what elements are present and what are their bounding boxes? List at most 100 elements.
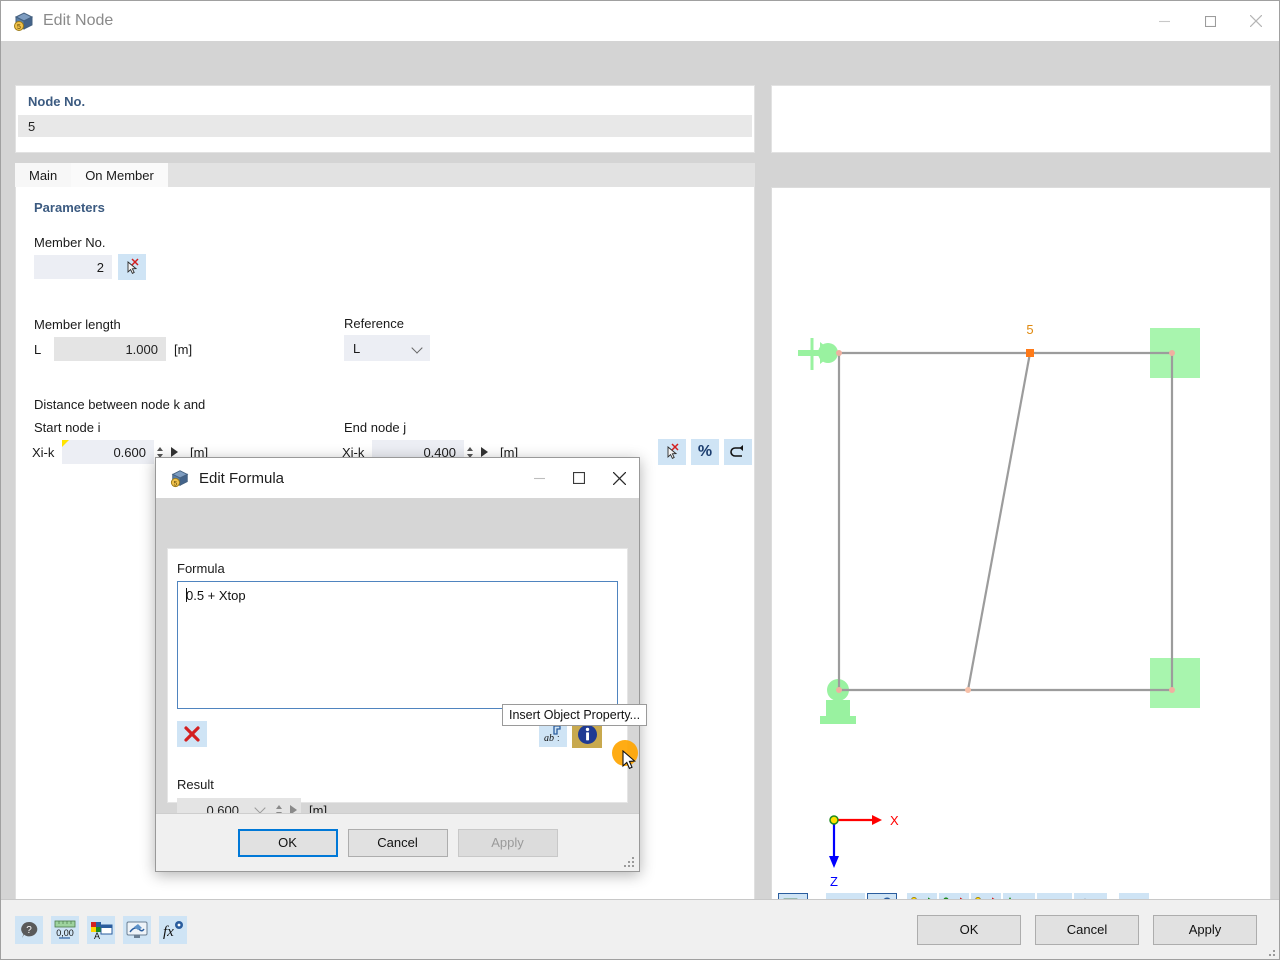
tab-on-member[interactable]: On Member xyxy=(71,163,168,187)
svg-text:?: ? xyxy=(26,925,32,936)
minimize-icon[interactable] xyxy=(519,458,559,498)
apply-button-label: Apply xyxy=(1189,922,1222,937)
color-text-icon[interactable]: A xyxy=(87,916,115,944)
swap-arrow-icon[interactable] xyxy=(724,439,752,465)
node-no-value: 5 xyxy=(18,115,752,137)
tabstrip: Main On Member xyxy=(15,163,755,187)
maximize-icon[interactable] xyxy=(1187,1,1233,41)
svg-text:5: 5 xyxy=(174,480,178,487)
member-no-label: Member No. xyxy=(34,235,106,250)
footer-icon-group: ? 0,00 xyxy=(15,916,187,944)
svg-text::: : xyxy=(557,733,560,743)
chevron-down-icon xyxy=(254,802,265,813)
red-x-icon[interactable] xyxy=(177,721,207,747)
window-titlebar: 5 Edit Node xyxy=(1,1,1279,41)
reference-select[interactable]: L xyxy=(344,335,430,361)
start-node-value: 0.600 xyxy=(113,445,146,460)
window-controls xyxy=(1141,1,1279,41)
member-length-symbol: L xyxy=(34,342,54,357)
select-member-icon[interactable] xyxy=(118,254,146,280)
node-cube-icon: 5 xyxy=(170,468,190,488)
cancel-button[interactable]: Cancel xyxy=(348,829,448,857)
reference-value: L xyxy=(353,341,360,356)
resize-grip[interactable] xyxy=(623,856,635,868)
help-question-icon[interactable]: ? xyxy=(15,916,43,944)
node-cube-icon: 5 xyxy=(13,10,35,32)
member-length-value: 1.000 xyxy=(125,342,158,357)
percent-icon[interactable]: % xyxy=(691,439,719,465)
node-no-label: Node No. xyxy=(16,86,754,109)
frame-members xyxy=(839,353,1172,690)
formula-dialog-title: Edit Formula xyxy=(199,470,284,487)
apply-button[interactable]: Apply xyxy=(458,829,558,857)
formula-dialog-controls xyxy=(519,458,639,498)
support-bottom-right xyxy=(1150,658,1200,708)
tab-main-label: Main xyxy=(29,168,57,183)
mouse-cursor xyxy=(622,750,638,772)
start-node-input[interactable]: 0.600 xyxy=(62,440,154,464)
tab-on-member-label: On Member xyxy=(85,168,154,183)
formula-dialog-titlebar: 5 Edit Formula xyxy=(156,458,639,498)
minimize-icon[interactable] xyxy=(1141,1,1187,41)
apply-button[interactable]: Apply xyxy=(1153,915,1257,945)
reference-label: Reference xyxy=(344,316,404,331)
formula-value: 0.5 + Xtop xyxy=(186,588,246,603)
axis-indicator: X Z xyxy=(829,813,899,888)
selected-node-marker xyxy=(1026,349,1034,357)
result-label: Result xyxy=(177,777,627,792)
formula-label: Formula xyxy=(168,549,627,581)
formula-inner-panel: Formula 0.5 + Xtop ab : xyxy=(167,548,628,803)
member-length-input: 1.000 xyxy=(54,337,166,361)
formula-dialog-footer: OK Cancel Apply xyxy=(156,813,639,871)
start-node-symbol: Xi-k xyxy=(32,445,62,460)
node-marker xyxy=(836,687,842,693)
footer-buttons: OK Cancel Apply xyxy=(917,915,1257,945)
close-icon[interactable] xyxy=(1233,1,1279,41)
units-glyph: 0,00 xyxy=(56,928,74,938)
distance-group-label: Distance between node k and xyxy=(34,397,205,412)
member-no-input[interactable]: 2 xyxy=(34,255,112,279)
node-marker xyxy=(1169,687,1175,693)
parameters-title: Parameters xyxy=(16,187,754,215)
member-length-unit: [m] xyxy=(174,342,192,357)
ok-button-label: OK xyxy=(278,835,297,850)
close-icon[interactable] xyxy=(599,458,639,498)
member-length-label: Member length xyxy=(34,317,121,332)
fx-icon[interactable]: fx xyxy=(159,916,187,944)
ok-button-label: OK xyxy=(960,922,979,937)
edit-formula-dialog: 5 Edit Formula Formula 0.5 + Xtop xyxy=(155,457,640,872)
maximize-icon[interactable] xyxy=(559,458,599,498)
svg-text:fx: fx xyxy=(163,924,174,940)
select-cursor-icon[interactable] xyxy=(658,439,686,465)
svg-text:5: 5 xyxy=(17,24,21,31)
cancel-button[interactable]: Cancel xyxy=(1035,915,1139,945)
resize-grip[interactable] xyxy=(1264,945,1276,957)
svg-text:ab: ab xyxy=(544,733,554,744)
percent-glyph: % xyxy=(698,443,712,461)
chevron-down-icon xyxy=(411,342,422,353)
axis-x-label: X xyxy=(890,813,899,828)
model-viewport[interactable]: 5 X Z xyxy=(771,187,1271,929)
viewport-canvas[interactable]: 5 X Z xyxy=(772,188,1270,886)
node-no-panel: Node No. 5 xyxy=(15,85,755,153)
cancel-button-label: Cancel xyxy=(377,835,417,850)
start-node-label: Start node i xyxy=(34,420,101,435)
apply-button-label: Apply xyxy=(491,835,524,850)
node-5-label: 5 xyxy=(1026,322,1033,337)
ok-button[interactable]: OK xyxy=(238,829,338,857)
ok-button[interactable]: OK xyxy=(917,915,1021,945)
viewport-info-panel xyxy=(771,85,1271,153)
svg-text:A: A xyxy=(94,931,100,940)
units-decimal-icon[interactable]: 0,00 xyxy=(51,916,79,944)
tab-main[interactable]: Main xyxy=(15,163,71,187)
support-top-left xyxy=(798,338,838,370)
window-footer: ? 0,00 xyxy=(1,899,1279,959)
formula-dialog-body: Formula 0.5 + Xtop ab : xyxy=(156,498,639,871)
node-marker xyxy=(965,687,971,693)
formula-marker-icon xyxy=(62,440,69,447)
end-node-label: End node j xyxy=(344,420,406,435)
monitor-icon[interactable] xyxy=(123,916,151,944)
insert-object-property-tooltip: Insert Object Property... xyxy=(502,704,647,726)
node-marker xyxy=(1169,350,1175,356)
formula-input[interactable]: 0.5 + Xtop xyxy=(177,581,618,709)
